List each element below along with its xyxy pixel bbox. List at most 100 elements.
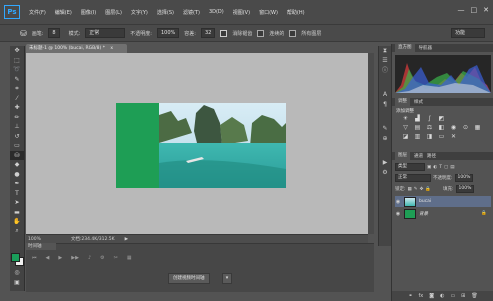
menu-file[interactable]: 文件(F) <box>29 9 46 16</box>
screen-mode-icon[interactable]: ▣ <box>10 278 24 288</box>
contiguous-checkbox[interactable] <box>257 29 265 37</box>
tool-presets-icon[interactable]: ⚙ <box>379 168 391 178</box>
layer-style-icon[interactable]: fx <box>418 293 423 299</box>
curves-icon[interactable]: ∫ <box>426 116 433 122</box>
history-brush-tool-icon[interactable]: ↺ <box>10 132 24 142</box>
workspace-select[interactable]: 功能 <box>451 28 485 38</box>
exposure-icon[interactable]: ◩ <box>438 116 445 122</box>
blur-tool-icon[interactable]: ◆ <box>10 160 24 170</box>
new-layer-icon[interactable]: ⊞ <box>461 293 465 299</box>
close-icon[interactable]: x <box>110 46 113 51</box>
filter-pixel-icon[interactable]: ▣ <box>427 165 431 170</box>
filter-type-icon[interactable]: T <box>439 165 442 170</box>
tab-navigator[interactable]: 导航器 <box>419 45 433 51</box>
new-group-icon[interactable]: ▭ <box>450 293 455 299</box>
zoom-tool-icon[interactable]: ⌕ <box>10 227 24 237</box>
pen-tool-icon[interactable]: ✒ <box>10 179 24 189</box>
path-select-tool-icon[interactable]: ➤ <box>10 198 24 208</box>
tolerance-field[interactable]: 32 <box>200 28 216 38</box>
invert-icon[interactable]: ◪ <box>402 134 409 140</box>
menu-view[interactable]: 视图(V) <box>233 9 250 16</box>
marquee-tool-icon[interactable]: ⬚ <box>10 56 24 66</box>
tab-histogram[interactable]: 直方图 <box>395 44 415 52</box>
brightness-icon[interactable]: ☀ <box>402 116 409 122</box>
dodge-tool-icon[interactable]: ● <box>10 170 24 180</box>
first-frame-icon[interactable]: ⏮ <box>32 255 37 261</box>
zoom-level[interactable]: 100% <box>28 237 41 242</box>
shape-tool-icon[interactable]: ▬ <box>10 208 24 218</box>
menu-layer[interactable]: 图层(L) <box>105 9 122 16</box>
menu-image[interactable]: 图像(I) <box>81 9 96 16</box>
actions-panel-icon[interactable]: ▶ <box>379 158 391 168</box>
posterize-icon[interactable]: ▥ <box>414 134 421 140</box>
move-tool-icon[interactable]: ✥ <box>10 46 24 56</box>
threshold-icon[interactable]: ◨ <box>426 134 433 140</box>
healing-tool-icon[interactable]: ✚ <box>10 103 24 113</box>
timeline-dropdown-icon[interactable]: ▾ <box>222 273 232 284</box>
lasso-tool-icon[interactable]: ➰ <box>10 65 24 75</box>
filter-adjust-icon[interactable]: ◐ <box>433 165 437 170</box>
clone-source-panel-icon[interactable]: ⊕ <box>379 134 391 144</box>
menu-edit[interactable]: 编辑(E) <box>55 9 72 16</box>
quick-select-tool-icon[interactable]: ✎ <box>10 75 24 85</box>
lock-all-icon[interactable]: 🔒 <box>425 187 431 192</box>
menu-3d[interactable]: 3D(D) <box>209 9 224 15</box>
quick-mask-icon[interactable]: ◎ <box>10 268 24 278</box>
foreground-color-swatch[interactable] <box>11 253 20 262</box>
black-white-icon[interactable]: ◧ <box>438 125 445 131</box>
layer-row[interactable]: ◉ bucai <box>395 196 491 207</box>
color-balance-icon[interactable]: ⚖ <box>426 125 433 131</box>
create-video-timeline-button[interactable]: 创建视频时间轴 <box>168 273 210 284</box>
crop-tool-icon[interactable]: ⌗ <box>10 84 24 94</box>
link-layers-icon[interactable]: ⚭ <box>408 293 412 299</box>
audio-icon[interactable]: ♪ <box>88 255 91 261</box>
menu-type[interactable]: 文字(Y) <box>131 9 148 16</box>
cut-icon[interactable]: ✂ <box>114 255 118 261</box>
visibility-eye-icon[interactable]: ◉ <box>395 211 401 217</box>
all-layers-checkbox[interactable] <box>289 29 297 37</box>
hue-saturation-icon[interactable]: ▤ <box>414 125 421 131</box>
mode-select[interactable]: 正常 <box>85 28 126 38</box>
tab-layers[interactable]: 图层 <box>395 152 410 160</box>
vibrance-icon[interactable]: ▽ <box>402 125 409 131</box>
tab-paths[interactable]: 路径 <box>427 153 436 159</box>
document-tab[interactable]: 未标题-1 @ 100% (bucai, RGB/8) * x <box>26 44 127 53</box>
lock-transparent-icon[interactable]: ▦ <box>408 187 412 192</box>
tab-channels[interactable]: 通道 <box>414 153 423 159</box>
lock-position-icon[interactable]: ✥ <box>420 187 424 192</box>
character-panel-icon[interactable]: A <box>379 90 391 100</box>
brush-size-field[interactable]: 8 <box>48 28 60 38</box>
color-lookup-icon[interactable]: ▦ <box>474 125 481 131</box>
blend-mode-select[interactable]: 正常 <box>395 174 431 182</box>
add-mask-icon[interactable]: ◙ <box>429 293 434 299</box>
visibility-eye-icon[interactable]: ◉ <box>395 199 401 205</box>
filter-shape-icon[interactable]: ▢ <box>444 165 448 170</box>
layer-kind-select[interactable]: 类型 <box>395 163 425 171</box>
gradient-map-icon[interactable]: ▭ <box>438 134 445 140</box>
paragraph-panel-icon[interactable]: ¶ <box>379 100 391 110</box>
paint-bucket-tool-icon[interactable]: ⛁ <box>10 150 24 160</box>
prev-frame-icon[interactable]: ◀ <box>46 255 50 261</box>
new-adjustment-icon[interactable]: ◐ <box>440 293 444 299</box>
minimize-button[interactable]: — <box>458 6 465 14</box>
antialias-checkbox[interactable] <box>220 29 228 37</box>
eraser-tool-icon[interactable]: ▭ <box>10 141 24 151</box>
filter-smart-icon[interactable]: ▤ <box>450 165 454 170</box>
maximize-button[interactable]: □ <box>471 6 478 14</box>
document-image[interactable] <box>116 103 286 188</box>
close-button[interactable]: ✕ <box>483 6 489 14</box>
menu-help[interactable]: 帮助(H) <box>287 9 305 16</box>
channel-mixer-icon[interactable]: ⊙ <box>462 125 469 131</box>
brush-panel-icon[interactable]: ✎ <box>379 124 391 134</box>
paint-bucket-icon[interactable]: ⛁ <box>20 29 27 38</box>
fill-field[interactable]: 100% <box>455 185 475 193</box>
eyedropper-tool-icon[interactable]: ⁄ <box>10 94 24 104</box>
status-arrow-icon[interactable]: ▶ <box>125 237 128 242</box>
play-icon[interactable]: ▶ <box>58 255 62 261</box>
menu-filter[interactable]: 滤镜(T) <box>183 9 200 16</box>
menu-select[interactable]: 选择(S) <box>157 9 174 16</box>
properties-panel-icon[interactable]: ☰ <box>379 56 391 66</box>
menu-window[interactable]: 窗口(W) <box>259 9 278 16</box>
brush-tool-icon[interactable]: ✏ <box>10 113 24 123</box>
layer-opacity-field[interactable]: 100% <box>454 174 474 182</box>
